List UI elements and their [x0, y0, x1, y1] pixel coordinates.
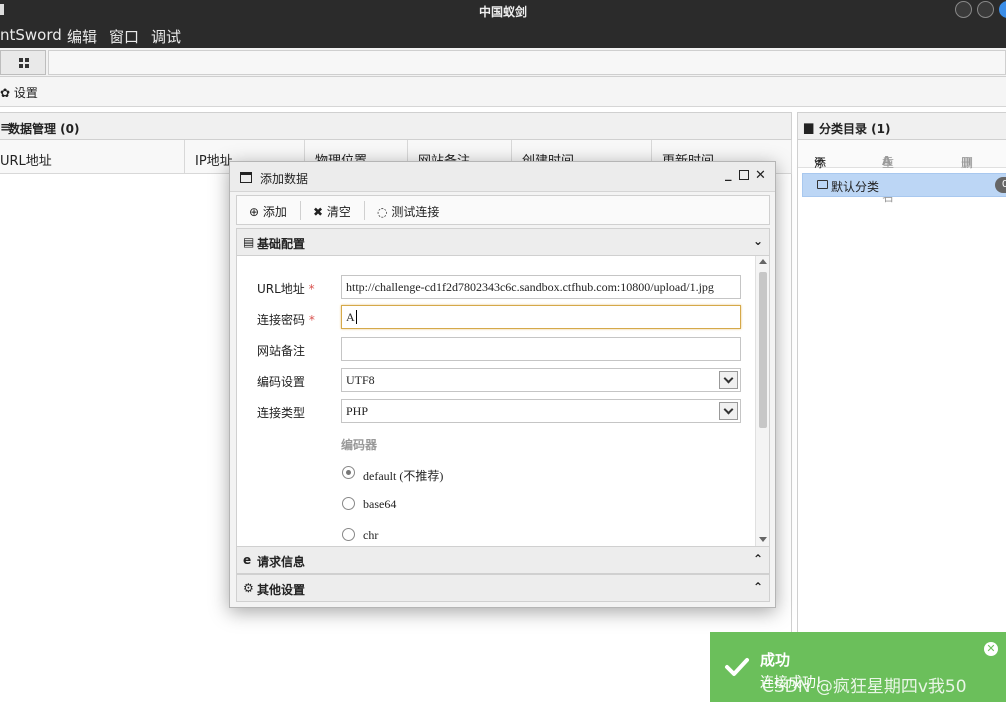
dialog-test-connection-button[interactable]: ◌ 测试连接	[377, 203, 439, 220]
required-mark: *	[308, 282, 315, 296]
edge-icon: e	[243, 553, 252, 567]
tab-bar-area	[48, 50, 1006, 75]
scroll-down-icon[interactable]	[759, 537, 767, 542]
dialog-clear-button[interactable]: ✖ 清空	[313, 203, 351, 220]
dialog-minimize-icon[interactable]: _	[725, 167, 732, 182]
encoder-label-chr[interactable]: chr	[363, 528, 378, 543]
menu-window[interactable]: 窗口	[109, 26, 139, 47]
chevron-up-icon: ⌃	[752, 552, 763, 566]
column-url[interactable]: URL地址	[0, 140, 185, 174]
url-input[interactable]: http://challenge-cd1f2d7802343c6c.sandbo…	[341, 275, 741, 299]
add-data-dialog: 添加数据 _ ✕ ⊕ 添加 ✖ 清空 ◌ 测试连接 ▤ 基础配置 ⌄ URL地址…	[229, 161, 776, 608]
tab-home[interactable]	[0, 50, 46, 75]
url-field-label: URL地址 *	[257, 280, 315, 297]
toolbar-divider	[364, 201, 365, 220]
watermark: CSDN @疯狂星期四v我50	[762, 677, 967, 697]
dialog-clear-label: 清空	[326, 205, 351, 219]
chevron-down-icon	[719, 402, 738, 420]
encoding-field-label: 编码设置	[257, 375, 306, 389]
form-scrollbar[interactable]	[755, 256, 769, 546]
document-icon: ▤	[243, 235, 255, 249]
chevron-down-icon	[719, 371, 738, 389]
toolbar-divider	[300, 201, 301, 220]
tab-strip	[0, 48, 1006, 77]
encoding-value: UTF8	[346, 373, 375, 387]
note-input[interactable]	[341, 337, 741, 361]
dialog-toolbar: ⊕ 添加 ✖ 清空 ◌ 测试连接	[236, 195, 770, 225]
request-info-title: 请求信息	[257, 555, 306, 569]
dialog-test-label: 测试连接	[391, 205, 440, 219]
folder-open-icon	[817, 180, 828, 189]
chevron-down-icon: ⌄	[752, 234, 763, 248]
category-item-label: 默认分类	[831, 180, 880, 194]
password-field-label: 连接密码 *	[257, 311, 315, 328]
category-count-badge: 0	[995, 177, 1006, 193]
encoder-radio-default[interactable]	[342, 466, 355, 479]
request-info-header[interactable]: e 请求信息 ⌃	[236, 546, 770, 574]
dialog-close-icon[interactable]: ✕	[755, 168, 766, 183]
other-settings-header[interactable]: ⚙ 其他设置 ⌃	[236, 574, 770, 602]
menu-debug[interactable]: 调试	[151, 26, 181, 47]
data-panel-header: ≡ 数据管理 (0)	[0, 112, 791, 140]
dialog-title: 添加数据	[260, 172, 309, 186]
encoder-radio-chr[interactable]	[342, 528, 355, 541]
window-icon	[240, 172, 252, 183]
type-select[interactable]: PHP	[341, 399, 741, 423]
type-value: PHP	[346, 404, 369, 418]
encoder-label-default[interactable]: default (不推荐)	[363, 467, 443, 484]
chevron-up-icon: ⌃	[752, 580, 763, 594]
gear-icon: ✿	[0, 86, 11, 100]
antsword-window: 中国蚁剑 ntSword 编辑 窗口 调试 ✿ 设置 ≡ 数据管理 (0) UR…	[0, 0, 1006, 702]
type-field-label: 连接类型	[257, 406, 306, 420]
data-panel-title: 数据管理 (0)	[8, 122, 80, 136]
category-panel-header: ▆ 分类目录 (1)	[798, 112, 1006, 140]
close-icon[interactable]: ✕	[984, 642, 998, 656]
folder-icon: ▆	[804, 120, 814, 134]
maximize-window-button[interactable]	[977, 1, 994, 18]
basic-config-body: URL地址 * http://challenge-cd1f2d7802343c6…	[236, 256, 770, 546]
settings-button[interactable]: ✿ 设置	[0, 84, 38, 101]
basic-config-title: 基础配置	[257, 237, 306, 251]
other-settings-title: 其他设置	[257, 583, 306, 597]
url-label-text: URL地址	[257, 282, 305, 296]
note-field-label: 网站备注	[257, 344, 306, 358]
cogs-icon: ⚙	[243, 581, 254, 595]
window-title: 中国蚁剑	[478, 5, 527, 19]
encoder-label-base64[interactable]: base64	[363, 497, 396, 512]
category-panel-title: 分类目录 (1)	[819, 122, 891, 136]
menu-edit[interactable]: 编辑	[67, 26, 97, 47]
minimize-window-button[interactable]	[955, 1, 972, 18]
x-icon: ✖	[313, 205, 324, 219]
dialog-add-button[interactable]: ⊕ 添加	[249, 203, 287, 220]
menu-bar: ntSword 编辑 窗口 调试	[0, 20, 1006, 48]
required-mark: *	[308, 313, 315, 327]
category-toolbar: ⊕ 添加 A 重命名 ▥ 删除	[798, 140, 1006, 204]
encoder-title: 编码器	[341, 438, 378, 452]
scroll-up-icon[interactable]	[759, 259, 767, 264]
password-label-text: 连接密码	[257, 313, 306, 327]
spinner-icon: ◌	[377, 205, 388, 219]
dialog-add-label: 添加	[262, 205, 287, 219]
settings-label: 设置	[13, 86, 38, 100]
category-panel: ▆ 分类目录 (1) ⊕ 添加 A 重命名 ▥ 删除 默认分类 0	[797, 112, 1006, 702]
dialog-maximize-icon[interactable]	[739, 170, 749, 180]
top-toolbar: ✿ 设置	[0, 77, 1006, 107]
basic-config-header[interactable]: ▤ 基础配置 ⌄	[236, 228, 770, 256]
plus-circle-icon: ⊕	[249, 205, 260, 219]
password-value: A	[346, 310, 355, 324]
grid-icon	[19, 58, 29, 68]
check-icon	[725, 658, 749, 676]
dialog-title-bar[interactable]: 添加数据 _ ✕	[230, 162, 775, 192]
menu-antsword[interactable]: ntSword	[0, 26, 62, 44]
encoder-radio-base64[interactable]	[342, 497, 355, 510]
encoding-select[interactable]: UTF8	[341, 368, 741, 392]
password-input[interactable]: A	[341, 305, 741, 329]
title-bar: 中国蚁剑	[0, 0, 1006, 20]
scroll-thumb[interactable]	[759, 272, 767, 428]
category-item-default[interactable]: 默认分类 0	[802, 173, 1006, 197]
toast-title: 成功	[760, 651, 791, 669]
